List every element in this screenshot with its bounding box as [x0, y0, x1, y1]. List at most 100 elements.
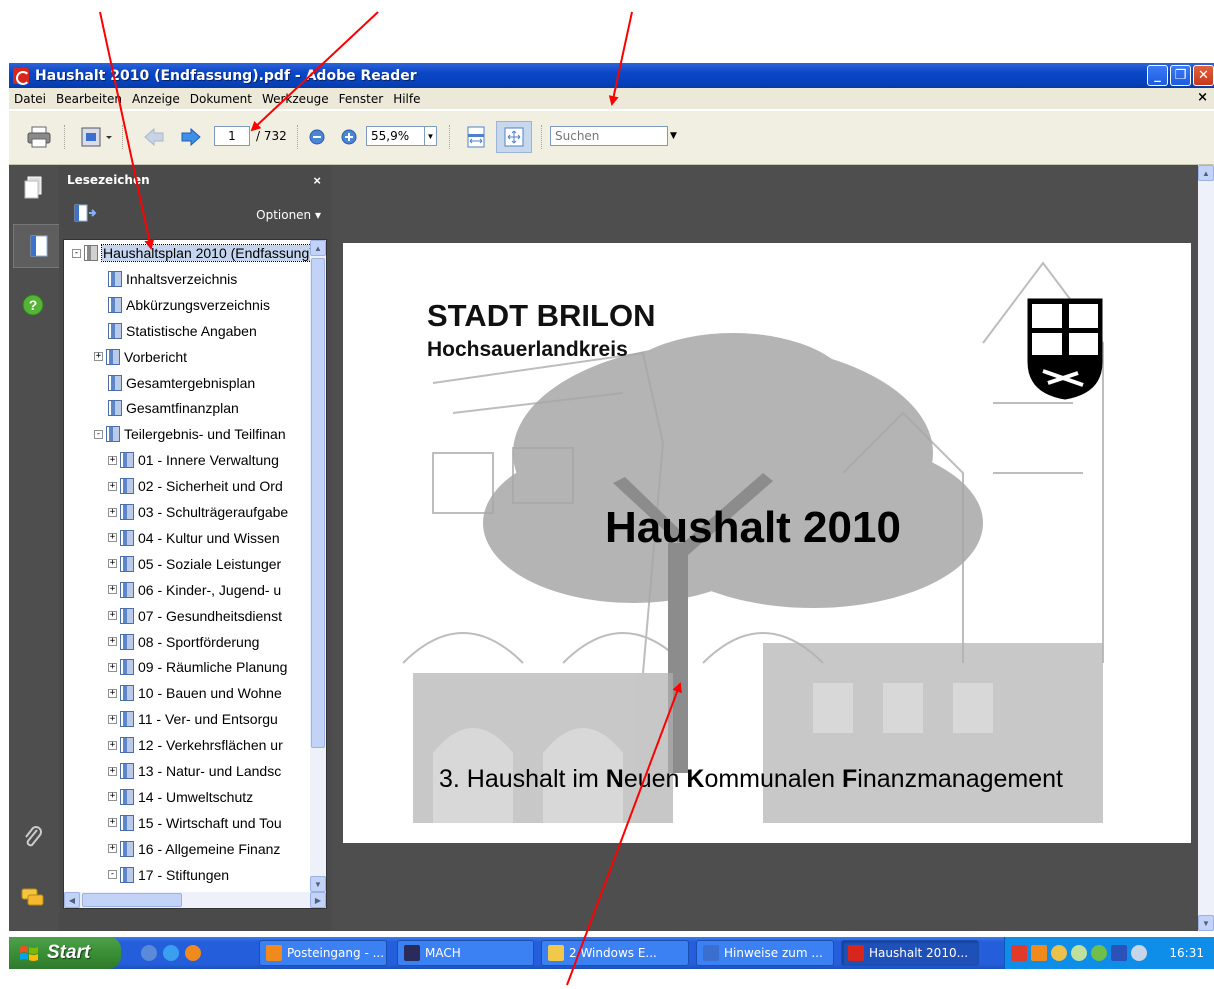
- menu-fenster[interactable]: Fenster: [334, 92, 389, 106]
- bookmark-item[interactable]: Inhaltsverzeichnis: [94, 268, 237, 290]
- menu-datei[interactable]: Datei: [9, 92, 51, 106]
- bookmark-item[interactable]: - Teilergebnis- und Teilfinan: [94, 423, 286, 445]
- taskbar-task[interactable]: Haushalt 2010...: [841, 940, 979, 966]
- taskbar-task[interactable]: MACH: [397, 940, 534, 966]
- expand-icon[interactable]: +: [108, 662, 117, 672]
- scroll-up-icon[interactable]: ▲: [1198, 165, 1214, 181]
- zoom-in-icon[interactable]: [338, 123, 360, 151]
- zoom-input[interactable]: [366, 126, 425, 146]
- scroll-left-icon[interactable]: ◀: [64, 892, 80, 908]
- minimize-button[interactable]: _: [1147, 65, 1168, 86]
- expand-icon[interactable]: +: [108, 559, 117, 569]
- bookmark-item[interactable]: + Vorbericht: [94, 346, 187, 368]
- zoom-out-icon[interactable]: [306, 123, 328, 151]
- bookmark-item[interactable]: - 17 - Stiftungen: [108, 864, 229, 886]
- bookmark-item[interactable]: +16 - Allgemeine Finanz: [108, 838, 280, 860]
- bookmark-item[interactable]: +08 - Sportförderung: [108, 631, 259, 653]
- expand-icon[interactable]: +: [108, 688, 117, 698]
- tray-display-icon[interactable]: [1111, 945, 1127, 961]
- bookmark-item[interactable]: +03 - Schulträgeraufgabe: [108, 501, 288, 523]
- internet-explorer-icon[interactable]: [163, 945, 179, 961]
- collapse-icon[interactable]: -: [94, 429, 103, 439]
- bookmark-item[interactable]: +12 - Verkehrsflächen ur: [108, 734, 283, 756]
- tray-network-icon[interactable]: [1051, 945, 1067, 961]
- email-icon[interactable]: [76, 123, 116, 151]
- pages-icon[interactable]: [20, 175, 46, 201]
- expand-icon[interactable]: +: [94, 352, 103, 362]
- search-input[interactable]: [550, 126, 668, 146]
- bookmark-item[interactable]: +11 - Ver- und Entsorgu: [108, 708, 278, 730]
- menu-anzeige[interactable]: Anzeige: [127, 92, 185, 106]
- document-vertical-scrollbar[interactable]: ▲ ▼: [1198, 165, 1214, 931]
- taskbar-task[interactable]: Posteingang - ...: [259, 940, 387, 966]
- bookmark-item[interactable]: +09 - Räumliche Planung: [108, 656, 287, 678]
- expand-icon[interactable]: +: [108, 585, 117, 595]
- search-dropdown-icon[interactable]: ▼: [670, 131, 677, 141]
- tray-security-icon[interactable]: [1091, 945, 1107, 961]
- bookmarks-icon[interactable]: [13, 224, 63, 268]
- tray-acrobat-icon[interactable]: [1011, 945, 1027, 961]
- outlook-icon[interactable]: [185, 945, 201, 961]
- scroll-up-icon[interactable]: ▲: [310, 240, 326, 256]
- fit-width-icon[interactable]: [463, 123, 489, 151]
- bookmark-item[interactable]: +07 - Gesundheitsdienst: [108, 605, 282, 627]
- collapse-icon[interactable]: -: [72, 248, 81, 258]
- tray-volume-icon[interactable]: [1131, 945, 1147, 961]
- bookmark-item[interactable]: +14 - Umweltschutz: [108, 786, 253, 808]
- taskbar-task[interactable]: 2 Windows E...: [541, 940, 689, 966]
- comments-icon[interactable]: [20, 885, 46, 911]
- menu-hilfe[interactable]: Hilfe: [388, 92, 425, 106]
- expand-icon[interactable]: +: [108, 533, 117, 543]
- expand-icon[interactable]: +: [108, 714, 117, 724]
- start-button[interactable]: Start: [9, 937, 121, 969]
- bookmarks-horizontal-scrollbar[interactable]: ◀ ▶: [64, 892, 326, 908]
- bookmark-item[interactable]: Abkürzungsverzeichnis: [94, 294, 270, 316]
- prev-page-icon[interactable]: [142, 123, 166, 151]
- scroll-down-icon[interactable]: ▼: [1198, 915, 1214, 931]
- show-desktop-icon[interactable]: [141, 945, 157, 961]
- expand-icon[interactable]: +: [108, 637, 117, 646]
- scroll-right-icon[interactable]: ▶: [310, 892, 326, 908]
- bookmark-item[interactable]: +02 - Sicherheit und Ord: [108, 475, 283, 497]
- bookmark-item[interactable]: Gesamtfinanzplan: [94, 397, 239, 419]
- bookmark-item[interactable]: Statistische Angaben: [94, 320, 257, 342]
- expand-icon[interactable]: +: [108, 844, 117, 854]
- bookmark-item[interactable]: +04 - Kultur und Wissen: [108, 527, 280, 549]
- expand-icon[interactable]: +: [108, 481, 117, 491]
- restore-button[interactable]: ❐: [1170, 65, 1191, 86]
- bookmarks-options-button[interactable]: Optionen ▾: [256, 208, 321, 222]
- taskbar-task[interactable]: Hinweise zum ...: [696, 940, 834, 966]
- bookmark-item[interactable]: +06 - Kinder-, Jugend- u: [108, 579, 281, 601]
- menu-werkzeuge[interactable]: Werkzeuge: [257, 92, 334, 106]
- page-number-input[interactable]: [214, 126, 250, 146]
- collapse-icon[interactable]: -: [108, 870, 117, 880]
- bookmark-item[interactable]: +10 - Bauen und Wohne: [108, 682, 282, 704]
- print-icon[interactable]: [23, 123, 55, 151]
- bookmark-item[interactable]: - Haushaltsplan 2010 (Endfassung): [72, 242, 316, 264]
- expand-icon[interactable]: +: [108, 455, 117, 465]
- tray-reminder-icon[interactable]: [1031, 945, 1047, 961]
- close-button[interactable]: ✕: [1193, 65, 1214, 86]
- expand-icon[interactable]: +: [108, 740, 117, 750]
- window-titlebar[interactable]: Haushalt 2010 (Endfassung).pdf - Adobe R…: [9, 63, 1214, 88]
- tray-sync-icon[interactable]: [1071, 945, 1087, 961]
- bookmarks-vertical-scrollbar[interactable]: ▲ ▼: [310, 240, 326, 892]
- document-view[interactable]: STADT BRILON Hochsauerlandkreis Haushalt…: [331, 165, 1198, 931]
- expand-icon[interactable]: +: [108, 818, 117, 828]
- scroll-thumb[interactable]: [82, 893, 182, 907]
- bookmark-item[interactable]: +01 - Innere Verwaltung: [108, 449, 279, 471]
- document-close-button[interactable]: ×: [1197, 90, 1208, 105]
- attachments-icon[interactable]: [20, 825, 46, 851]
- menu-bearbeiten[interactable]: Bearbeiten: [51, 92, 127, 106]
- bookmarks-close-button[interactable]: ×: [313, 173, 321, 188]
- expand-icon[interactable]: +: [108, 766, 117, 776]
- zoom-dropdown-icon[interactable]: ▼: [424, 126, 437, 146]
- expand-icon[interactable]: +: [108, 611, 117, 621]
- scroll-down-icon[interactable]: ▼: [310, 876, 326, 892]
- menu-dokument[interactable]: Dokument: [185, 92, 257, 106]
- new-bookmark-icon[interactable]: [73, 203, 97, 228]
- expand-icon[interactable]: +: [108, 792, 117, 802]
- bookmark-item[interactable]: +15 - Wirtschaft und Tou: [108, 812, 282, 834]
- fit-page-icon[interactable]: [496, 121, 532, 153]
- scroll-thumb[interactable]: [311, 258, 325, 748]
